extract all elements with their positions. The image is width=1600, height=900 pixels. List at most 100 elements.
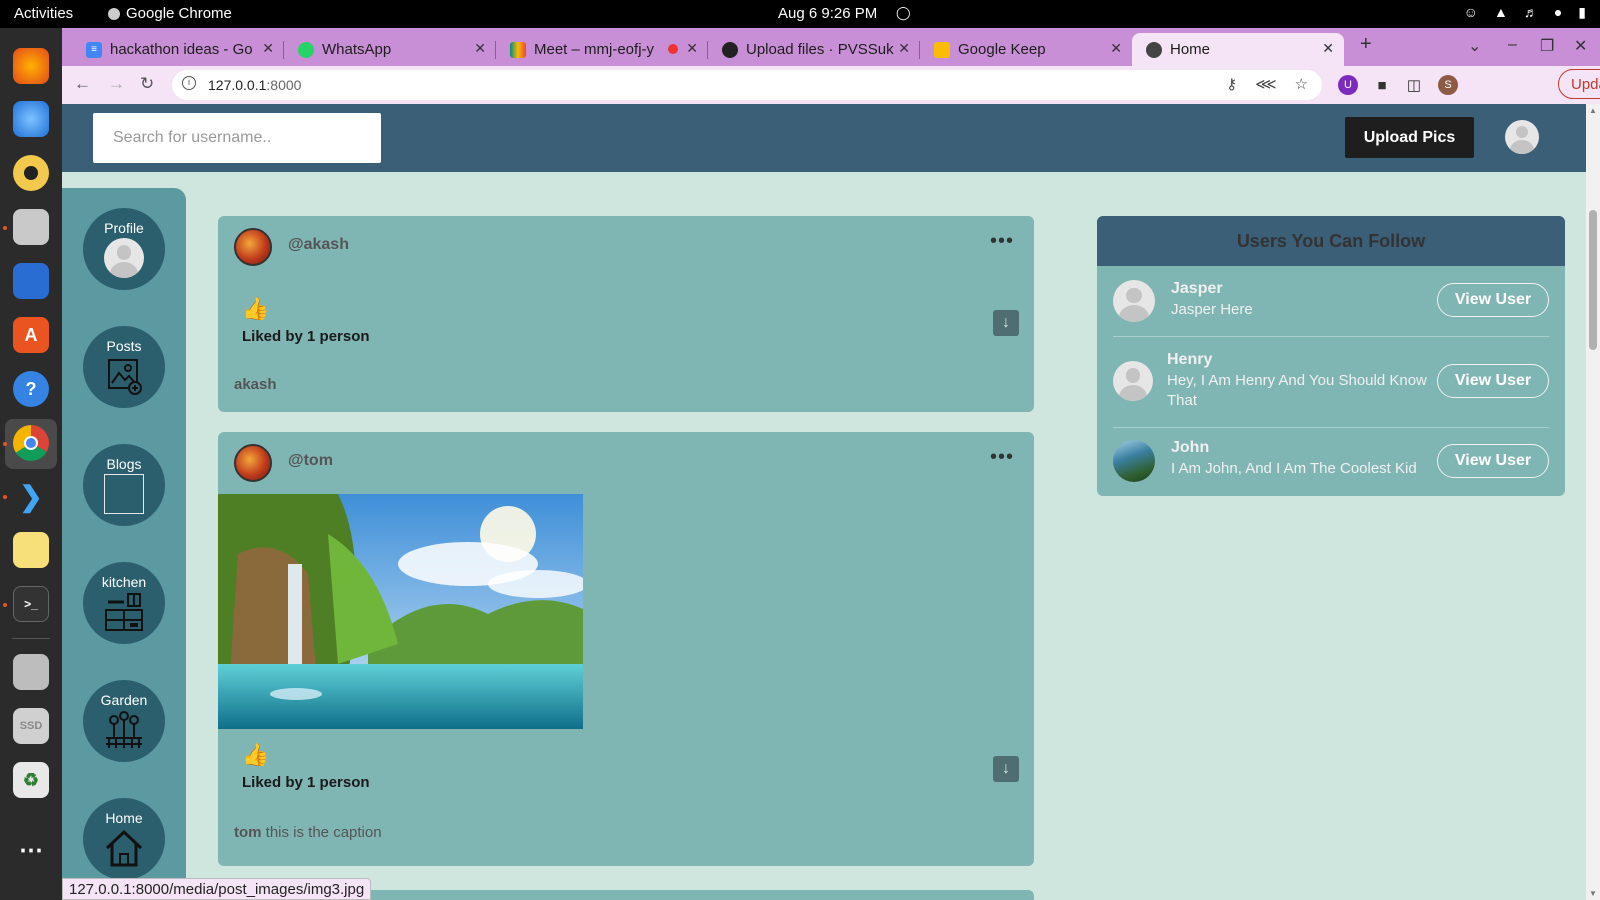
like-icon[interactable]: 👍 [242, 742, 269, 768]
clock[interactable]: Aug 6 9:26 PM [778, 5, 877, 22]
menu-item-garden[interactable]: Garden [83, 680, 165, 762]
tab-search-button[interactable]: ⌄ [1468, 36, 1481, 56]
post-card: @tom ••• 👍 Liked by 1 person ↓ tom this … [218, 432, 1034, 866]
files-icon[interactable] [13, 209, 49, 245]
user-avatar [1113, 361, 1153, 401]
show-apps-icon[interactable]: ⋯ [13, 832, 49, 868]
post-caption: tom this is the caption [234, 824, 382, 841]
upload-pics-button[interactable]: Upload Pics [1345, 117, 1474, 158]
key-icon[interactable]: ⚷ [1226, 75, 1237, 93]
vscode-icon[interactable]: ❯ [13, 478, 49, 514]
kitchen-icon [104, 592, 144, 632]
profile-button[interactable]: S [1438, 75, 1458, 95]
url-text[interactable]: 127.0.0.1:8000 [208, 77, 301, 93]
view-user-button[interactable]: View User [1437, 444, 1549, 478]
rhythmbox-icon[interactable] [13, 155, 49, 191]
sticky-notes-icon[interactable] [13, 532, 49, 568]
recording-indicator [668, 44, 678, 54]
menu-item-kitchen[interactable]: kitchen [83, 562, 165, 644]
update-button[interactable]: Update ⋮ [1558, 69, 1600, 99]
maximize-button[interactable]: ❐ [1540, 36, 1554, 56]
update-label: Update [1571, 75, 1600, 93]
ssd-icon[interactable]: SSD [13, 708, 49, 744]
address-bar[interactable]: i 127.0.0.1:8000 ⚷ ⋘ ☆ [172, 70, 1322, 100]
close-icon[interactable]: ✕ [1322, 40, 1334, 57]
view-user-button[interactable]: View User [1437, 364, 1549, 398]
forward-button[interactable]: → [108, 74, 125, 94]
download-icon[interactable]: ↓ [993, 310, 1019, 336]
menu-label: Blogs [106, 456, 142, 472]
thunderbird-icon[interactable] [13, 101, 49, 137]
garden-icon [104, 710, 144, 750]
close-icon[interactable]: ✕ [1110, 40, 1122, 57]
help-icon[interactable]: ? [13, 371, 49, 407]
side-panel-icon[interactable]: ◫ [1404, 75, 1424, 95]
post-card: @akash ••• 👍 Liked by 1 person ↓ akash [218, 216, 1034, 412]
trash-icon[interactable]: ♻ [13, 762, 49, 798]
menu-item-blogs[interactable]: Blogs [83, 444, 165, 526]
more-options-icon[interactable]: ••• [990, 446, 1014, 469]
accessibility-icon[interactable]: ☺ [1464, 4, 1478, 21]
scroll-down-arrow[interactable]: ▼ [1589, 889, 1597, 898]
scrollbar-thumb[interactable] [1589, 210, 1597, 350]
view-user-button[interactable]: View User [1437, 283, 1549, 317]
vertical-scrollbar[interactable]: ▲ ▼ [1586, 104, 1600, 900]
close-window-button[interactable]: ✕ [1574, 36, 1587, 56]
liked-by-text: Liked by 1 person [242, 774, 370, 791]
tab-google-keep[interactable]: Google Keep ✕ [920, 33, 1132, 66]
post-username[interactable]: @tom [288, 452, 333, 470]
search-input[interactable] [93, 113, 381, 163]
users-to-follow-panel: Users You Can Follow Jasper Jasper Here … [1097, 216, 1565, 496]
puzzle-icon[interactable]: ■ [1372, 75, 1392, 95]
scroll-up-arrow[interactable]: ▲ [1589, 106, 1597, 115]
site-header: Upload Pics [62, 104, 1586, 172]
volume-icon: ♬ [1523, 4, 1538, 20]
panel-title: Users You Can Follow [1097, 216, 1565, 266]
extension-icon[interactable]: U [1338, 75, 1358, 95]
system-tray[interactable]: ☺ ▲ ♬ ● ▮ [1464, 4, 1586, 21]
follow-user-row: Henry Hey, I Am Henry And You Should Kno… [1097, 337, 1565, 427]
left-menu: Profile Posts Blogs kitchen Garden Home [62, 188, 186, 900]
firefox-icon[interactable] [13, 48, 49, 84]
drive-icon[interactable] [13, 654, 49, 690]
app-center-icon[interactable]: A [13, 317, 49, 353]
post-author-avatar[interactable] [234, 444, 272, 482]
site-info-icon[interactable]: i [182, 76, 196, 90]
minimize-button[interactable]: – [1508, 36, 1517, 54]
user-bio: I Am John, And I Am The Coolest Kid [1171, 460, 1417, 477]
share-icon[interactable]: ⋘ [1255, 75, 1276, 93]
user-avatar [1113, 280, 1155, 322]
writer-icon[interactable] [13, 263, 49, 299]
like-icon[interactable]: 👍 [242, 296, 269, 322]
link-status-bubble: 127.0.0.1:8000/media/post_images/img3.jp… [62, 878, 372, 900]
close-icon[interactable]: ✕ [898, 40, 910, 57]
app-menu[interactable]: Google Chrome [108, 5, 232, 22]
more-options-icon[interactable]: ••• [990, 230, 1014, 253]
tab-whatsapp[interactable]: WhatsApp ✕ [284, 33, 496, 66]
menu-item-profile[interactable]: Profile [83, 208, 165, 290]
tab-home[interactable]: Home ✕ [1132, 33, 1344, 66]
tab-hackathon-ideas[interactable]: ≡ hackathon ideas - Go ✕ [72, 33, 284, 66]
post-author-avatar[interactable] [234, 228, 272, 266]
notification-icon: ◯ [896, 5, 911, 20]
download-icon[interactable]: ↓ [993, 756, 1019, 782]
keep-icon [934, 41, 950, 58]
tab-meet[interactable]: Meet – mmj-eofj-y ✕ [496, 33, 708, 66]
chrome-dock-icon[interactable] [13, 425, 49, 461]
terminal-icon[interactable]: >_ [13, 586, 49, 622]
menu-item-home[interactable]: Home [83, 798, 165, 880]
close-icon[interactable]: ✕ [262, 40, 274, 57]
post-username[interactable]: @akash [288, 236, 349, 254]
user-avatar[interactable] [1505, 120, 1539, 154]
new-tab-button[interactable]: + [1360, 33, 1372, 56]
tab-github[interactable]: Upload files · PVSSuk ✕ [708, 33, 920, 66]
user-name: Jasper [1171, 280, 1223, 297]
bookmark-star-icon[interactable]: ☆ [1295, 75, 1308, 93]
activities-button[interactable]: Activities [14, 5, 73, 22]
menu-item-posts[interactable]: Posts [83, 326, 165, 408]
back-button[interactable]: ← [74, 74, 91, 94]
close-icon[interactable]: ✕ [686, 40, 698, 57]
close-icon[interactable]: ✕ [474, 40, 486, 57]
url-host: 127.0.0.1 [208, 77, 267, 93]
reload-button[interactable]: ↻ [140, 74, 154, 94]
